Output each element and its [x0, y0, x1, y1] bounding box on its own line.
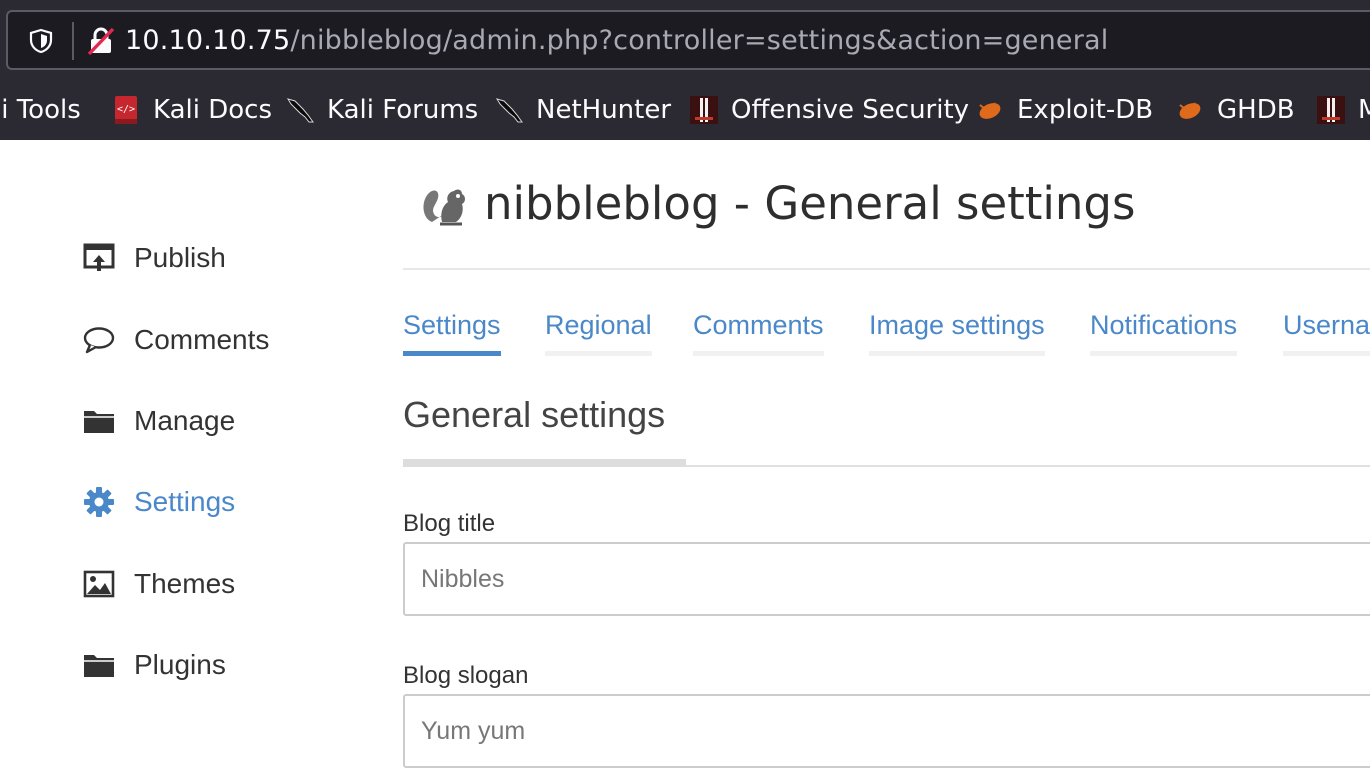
sidebar-item-label: Publish: [134, 242, 226, 273]
tab-username[interactable]: Userna: [1283, 310, 1370, 356]
comment-icon: [82, 323, 116, 357]
browser-toolbar: 10.10.10.75/nibbleblog/admin.php?control…: [0, 0, 1370, 140]
tracking-shield-icon[interactable]: [28, 28, 54, 54]
blog-slogan-label: Blog slogan: [403, 662, 529, 689]
sidebar-item-label: Settings: [134, 486, 236, 517]
section-title: General settings: [403, 394, 666, 435]
sidebar-item-publish[interactable]: Publish: [82, 236, 226, 280]
header-divider: [403, 268, 1370, 270]
gear-icon: [82, 485, 116, 519]
insecure-lock-icon[interactable]: [86, 26, 116, 56]
bookmark-kali-forums[interactable]: Kali Forums: [285, 92, 478, 128]
sidebar-item-settings[interactable]: Settings: [82, 480, 235, 524]
kali-docs-icon: </>: [115, 96, 137, 124]
bookmarks-bar: li Tools </> Kali Docs Kali Forums NetHu…: [0, 84, 1370, 136]
tab-regional[interactable]: Regional: [545, 310, 652, 356]
blog-title-label: Blog title: [403, 510, 496, 537]
bookmark-nethunter[interactable]: NetHunter: [494, 92, 671, 128]
bookmark-label: GHDB: [1217, 95, 1295, 125]
sidebar-item-label: Themes: [134, 568, 236, 599]
svg-text:</>: </>: [117, 104, 135, 115]
tab-settings[interactable]: Settings: [403, 310, 501, 356]
bookmark-label: Offensive Security: [731, 95, 970, 125]
address-separator: [72, 22, 74, 60]
bookmark-label: Exploit-DB: [1017, 95, 1154, 125]
url-host: 10.10.10.75: [125, 25, 291, 56]
sidebar-item-manage[interactable]: Manage: [82, 399, 235, 443]
url-path: /nibbleblog/admin.php?controller=setting…: [290, 25, 1109, 56]
exploit-db-icon: [979, 102, 1001, 119]
bookmark-label: Kali Forums: [327, 95, 479, 125]
page-title: nibbleblog - General settings: [484, 177, 1136, 230]
bookmark-kali-docs[interactable]: </> Kali Docs: [111, 92, 272, 128]
blog-slogan-input[interactable]: [403, 694, 1370, 768]
sidebar-item-label: Manage: [134, 405, 236, 436]
bookmark-label: M: [1358, 95, 1370, 125]
offsec-icon: [1317, 96, 1345, 124]
folder-icon: [82, 404, 116, 438]
sidebar-item-comments[interactable]: Comments: [82, 318, 269, 362]
bookmark-more[interactable]: M: [1316, 92, 1370, 128]
tab-comments[interactable]: Comments: [693, 310, 824, 356]
url-text[interactable]: 10.10.10.75/nibbleblog/admin.php?control…: [125, 23, 1108, 59]
tab-image-settings[interactable]: Image settings: [869, 310, 1045, 356]
address-bar[interactable]: 10.10.10.75/nibbleblog/admin.php?control…: [6, 10, 1370, 70]
kali-dragon-icon: [495, 98, 523, 123]
sidebar-item-themes[interactable]: Themes: [82, 562, 235, 606]
publish-icon: [82, 241, 116, 275]
image-icon: [82, 567, 116, 601]
sidebar-item-label: Comments: [134, 324, 270, 355]
bookmark-ghdb[interactable]: GHDB: [1175, 92, 1295, 128]
bookmark-label: li Tools: [0, 95, 81, 125]
sidebar-item-plugins[interactable]: Plugins: [82, 643, 226, 687]
blog-title-input[interactable]: [403, 542, 1370, 616]
offsec-icon: [690, 96, 718, 124]
bookmark-kali-tools[interactable]: li Tools: [0, 92, 81, 128]
exploit-db-icon: [1179, 102, 1201, 119]
tab-notifications[interactable]: Notifications: [1090, 310, 1238, 356]
sidebar-item-label: Plugins: [134, 649, 226, 680]
folder-icon: [82, 648, 116, 682]
bookmark-label: Kali Docs: [153, 95, 273, 125]
nibbleblog-logo-icon: [423, 189, 465, 226]
bookmark-label: NetHunter: [536, 95, 672, 125]
kali-dragon-icon: [286, 98, 314, 123]
bookmark-exploit-db[interactable]: Exploit-DB: [975, 92, 1153, 128]
bookmark-offensive-security[interactable]: Offensive Security: [689, 92, 969, 128]
section-underline: [403, 459, 686, 467]
